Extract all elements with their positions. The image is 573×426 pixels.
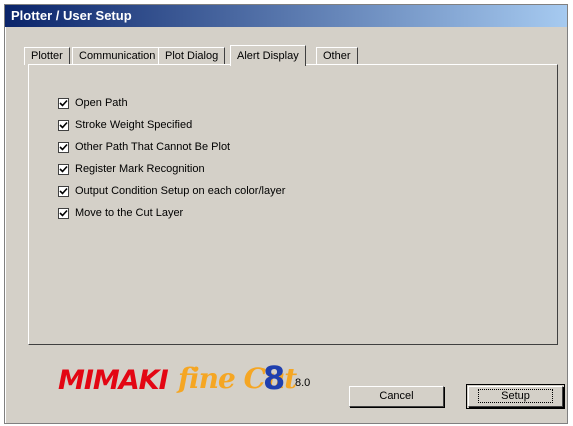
finecut-logo-number: 8: [263, 359, 286, 397]
check-icon: [59, 187, 68, 195]
alert-other-path[interactable]: Other Path That Cannot Be Plot: [58, 139, 358, 155]
setup-button[interactable]: Setup: [466, 384, 565, 409]
label-stroke-weight: Stroke Weight Specified: [75, 119, 193, 131]
tab-other[interactable]: Other: [316, 47, 358, 65]
tab-alert-display[interactable]: Alert Display: [230, 45, 306, 66]
checkbox-move-cut-layer[interactable]: [58, 207, 69, 219]
version-label: 8.0: [295, 377, 311, 389]
alert-stroke-weight[interactable]: Stroke Weight Specified: [58, 117, 358, 133]
label-output-condition: Output Condition Setup on each color/lay…: [75, 185, 286, 197]
label-open-path: Open Path: [75, 97, 128, 109]
checkbox-open-path[interactable]: [58, 97, 69, 109]
alert-register-mark[interactable]: Register Mark Recognition: [58, 161, 358, 177]
tab-communication[interactable]: Communication: [72, 47, 163, 65]
check-icon: [59, 209, 68, 217]
tab-strip: Plotter Communication Plot Dialog Alert …: [24, 45, 424, 66]
check-icon: [59, 121, 68, 129]
label-register-mark: Register Mark Recognition: [75, 163, 205, 175]
checkbox-other-path[interactable]: [58, 141, 69, 153]
alert-open-path[interactable]: Open Path: [58, 95, 358, 111]
label-move-cut-layer: Move to the Cut Layer: [75, 207, 184, 219]
product-branding: MIMAKI fine Cut 8 8.0: [58, 359, 328, 397]
alert-move-cut-layer[interactable]: Move to the Cut Layer: [58, 205, 358, 221]
checkbox-register-mark[interactable]: [58, 163, 69, 175]
check-icon: [59, 99, 68, 107]
window-title: Plotter / User Setup: [11, 8, 132, 23]
alert-output-condition[interactable]: Output Condition Setup on each color/lay…: [58, 183, 358, 199]
mimaki-logo: MIMAKI: [58, 365, 169, 396]
tab-plotter[interactable]: Plotter: [24, 47, 70, 65]
check-icon: [59, 143, 68, 151]
checkbox-stroke-weight[interactable]: [58, 119, 69, 131]
label-other-path: Other Path That Cannot Be Plot: [75, 141, 231, 153]
checkbox-output-condition[interactable]: [58, 185, 69, 197]
cancel-button[interactable]: Cancel: [349, 386, 444, 407]
tab-plot-dialog[interactable]: Plot Dialog: [158, 47, 226, 65]
title-bar[interactable]: Plotter / User Setup: [5, 5, 567, 27]
check-icon: [59, 165, 68, 173]
